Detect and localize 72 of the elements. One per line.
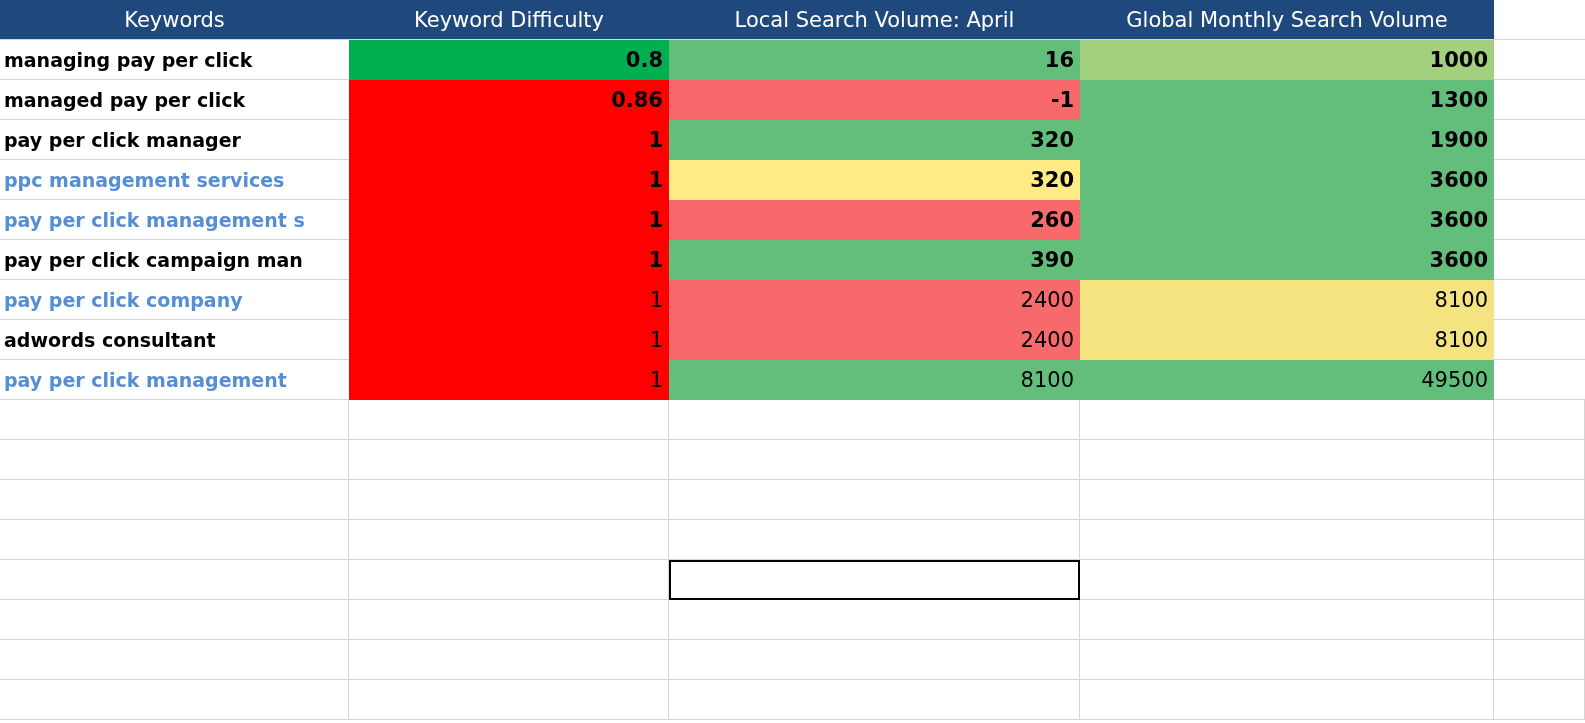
table-cell: 320 bbox=[669, 160, 1080, 200]
column-header: Keywords bbox=[0, 0, 349, 40]
table-cell: -1 bbox=[669, 80, 1080, 120]
table-cell: 3600 bbox=[1080, 240, 1494, 280]
empty-cell[interactable] bbox=[669, 480, 1080, 520]
table-cell: 1 bbox=[349, 200, 669, 240]
table-cell: 0.8 bbox=[349, 40, 669, 80]
empty-cell[interactable] bbox=[669, 600, 1080, 640]
empty-cell[interactable] bbox=[349, 480, 669, 520]
empty-cell[interactable] bbox=[1080, 520, 1494, 560]
empty-cell[interactable] bbox=[1494, 520, 1585, 560]
selected-cell[interactable] bbox=[669, 560, 1080, 600]
table-cell: 8100 bbox=[1080, 280, 1494, 320]
table-cell: 16 bbox=[669, 40, 1080, 80]
empty-cell[interactable] bbox=[349, 680, 669, 720]
table-cell: 1 bbox=[349, 120, 669, 160]
table-cell: 260 bbox=[669, 200, 1080, 240]
empty-cell[interactable] bbox=[349, 520, 669, 560]
empty-cell[interactable] bbox=[0, 560, 349, 600]
empty-cell[interactable] bbox=[0, 520, 349, 560]
table-cell: 1 bbox=[349, 320, 669, 360]
table-cell: 1300 bbox=[1080, 80, 1494, 120]
empty-cell[interactable] bbox=[1494, 480, 1585, 520]
empty-cell[interactable] bbox=[0, 600, 349, 640]
empty-cell[interactable] bbox=[0, 480, 349, 520]
column-header: Global Monthly Search Volume bbox=[1080, 0, 1494, 40]
empty-cell[interactable] bbox=[669, 440, 1080, 480]
table-cell: 320 bbox=[669, 120, 1080, 160]
table-cell: 2400 bbox=[669, 320, 1080, 360]
empty-cell[interactable] bbox=[669, 640, 1080, 680]
table-cell: 49500 bbox=[1080, 360, 1494, 400]
empty-cell[interactable] bbox=[1080, 640, 1494, 680]
empty-cell[interactable] bbox=[1494, 440, 1585, 480]
table-cell: 3600 bbox=[1080, 160, 1494, 200]
empty-cell[interactable] bbox=[1080, 600, 1494, 640]
empty-cell[interactable] bbox=[349, 640, 669, 680]
empty-cell[interactable] bbox=[669, 400, 1080, 440]
empty-cell[interactable] bbox=[1494, 680, 1585, 720]
table-cell: 2400 bbox=[669, 280, 1080, 320]
table-cell: 1 bbox=[349, 280, 669, 320]
empty-cell[interactable] bbox=[1494, 560, 1585, 600]
empty-cell[interactable] bbox=[1494, 400, 1585, 440]
empty-cell[interactable] bbox=[349, 560, 669, 600]
table-cell: 1000 bbox=[1080, 40, 1494, 80]
empty-cell[interactable] bbox=[349, 440, 669, 480]
table-cell: 1 bbox=[349, 360, 669, 400]
empty-cell[interactable] bbox=[1494, 640, 1585, 680]
empty-cell[interactable] bbox=[0, 440, 349, 480]
table-cell: 3600 bbox=[1080, 200, 1494, 240]
empty-cell[interactable] bbox=[0, 640, 349, 680]
table-cell: 1 bbox=[349, 160, 669, 200]
table-cell: 8100 bbox=[669, 360, 1080, 400]
empty-cell[interactable] bbox=[1080, 680, 1494, 720]
empty-cell[interactable] bbox=[1080, 440, 1494, 480]
empty-cell[interactable] bbox=[669, 520, 1080, 560]
empty-cell[interactable] bbox=[349, 600, 669, 640]
empty-cell[interactable] bbox=[1494, 600, 1585, 640]
table-cell: 1900 bbox=[1080, 120, 1494, 160]
keyword-cell: pay per click management bbox=[0, 360, 349, 400]
empty-cell[interactable] bbox=[349, 400, 669, 440]
empty-cell[interactable] bbox=[1080, 480, 1494, 520]
column-header: Keyword Difficulty bbox=[349, 0, 669, 40]
table-cell: 8100 bbox=[1080, 320, 1494, 360]
empty-cell[interactable] bbox=[0, 680, 349, 720]
table-cell: 1 bbox=[349, 240, 669, 280]
table-cell: 390 bbox=[669, 240, 1080, 280]
empty-cell[interactable] bbox=[669, 680, 1080, 720]
table-cell: 0.86 bbox=[349, 80, 669, 120]
empty-cell[interactable] bbox=[1080, 560, 1494, 600]
empty-cell[interactable] bbox=[1080, 400, 1494, 440]
empty-cell[interactable] bbox=[0, 400, 349, 440]
column-header: Local Search Volume: April bbox=[669, 0, 1080, 40]
